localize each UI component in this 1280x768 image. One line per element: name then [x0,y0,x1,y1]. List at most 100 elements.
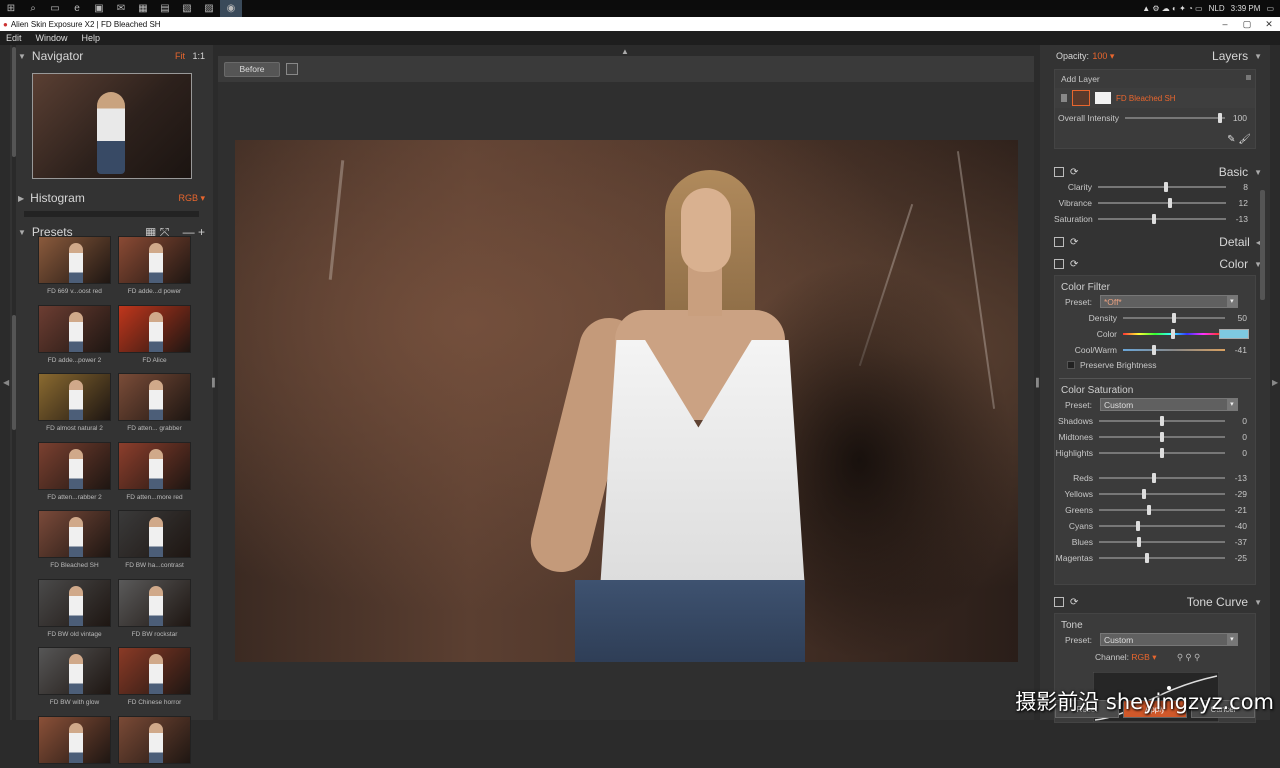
preset-item[interactable]: FD BW ha...contrast [118,510,191,569]
slider-row[interactable]: Clarity8 [1054,179,1256,195]
app-icon-3[interactable]: ▧ [176,0,198,17]
tone-preset-dropdown[interactable]: Custom▾ [1100,633,1238,646]
compare-split-button[interactable] [286,63,298,75]
preset-thumbnail[interactable] [38,236,111,284]
close-button[interactable]: ✕ [1258,17,1280,31]
slider-row[interactable]: Saturation-13 [1054,211,1256,227]
collapse-triangle-icon[interactable]: ▶ [18,194,24,203]
app-icon-4[interactable]: ▨ [198,0,220,17]
slider-track[interactable] [1099,420,1225,422]
preset-item[interactable]: FD BW rockstar [118,579,191,638]
slider-row[interactable]: Magentas-25 [1055,550,1255,566]
windows-start-icon[interactable]: ⊞ [0,0,22,17]
opacity-value[interactable]: 100 ▾ [1092,51,1114,62]
panel-toggle-icon[interactable] [1054,259,1064,269]
preset-item[interactable]: FD adde...power 2 [38,305,111,364]
slider-knob[interactable] [1142,489,1146,499]
slider-row[interactable]: Midtones0 [1055,429,1255,445]
slider-track[interactable] [1099,493,1225,495]
preset-item[interactable]: FD BW with glow [38,647,111,706]
slider-knob[interactable] [1145,553,1149,563]
edge-browser-icon[interactable]: e [66,0,88,17]
slider-track[interactable] [1099,557,1225,559]
color-saturation-preset-dropdown[interactable]: Custom▾ [1100,398,1238,411]
right-panel-scrollbar[interactable] [1260,190,1265,300]
reset-icon[interactable]: ⟳ [1070,259,1078,270]
layer-thumbnail[interactable] [1072,90,1090,106]
preset-item[interactable]: FD BW old vintage [38,579,111,638]
left-panel-scrollbar[interactable] [12,45,16,720]
slider-knob[interactable] [1168,198,1172,208]
layer-menu-icon[interactable] [1246,75,1251,80]
slider-track[interactable] [1125,117,1225,119]
add-preset-icon[interactable]: + [198,225,205,239]
preserve-brightness-checkbox[interactable]: Preserve Brightness [1055,358,1255,372]
preset-thumbnail[interactable] [38,510,111,558]
color-swatch[interactable] [1219,329,1249,339]
preset-thumbnail[interactable] [118,647,191,695]
layer-visibility-icon[interactable] [1061,94,1067,102]
paint-tool-icon[interactable]: 🖌︎ [1238,134,1251,145]
language-indicator[interactable]: NLD [1209,4,1225,13]
slider-knob[interactable] [1172,313,1176,323]
slider-knob[interactable] [1152,345,1156,355]
left-panel-toggle-icon[interactable]: ◀ [3,378,9,387]
slider-track[interactable] [1099,525,1225,527]
channel-dropdown[interactable]: RGB ▾ [1131,652,1156,662]
reset-icon[interactable]: ⟳ [1070,237,1078,248]
app-icon-1[interactable]: ▦ [132,0,154,17]
slider-track[interactable] [1098,186,1226,188]
navigator-header[interactable]: ▼ Navigator Fit 1:1 [10,45,213,67]
collapse-triangle-icon[interactable]: ▼ [18,52,26,61]
preset-thumbnail[interactable] [118,510,191,558]
slider-knob[interactable] [1171,329,1175,339]
slider-track[interactable] [1099,541,1225,543]
preset-item[interactable]: FD Alice [118,305,191,364]
preset-thumbnail[interactable] [118,373,191,421]
minimize-button[interactable]: – [1214,17,1236,31]
preset-thumbnail[interactable] [38,442,111,490]
fit-zoom-option[interactable]: Fit [175,51,185,61]
panel-toggle-icon[interactable] [1054,597,1064,607]
slider-track[interactable] [1099,477,1225,479]
search-icon[interactable]: ⌕ [22,0,44,17]
slider-knob[interactable] [1152,473,1156,483]
detail-header[interactable]: ⟳ Detail ◀ [1040,231,1270,253]
layers-header[interactable]: Opacity: 100 ▾ Layers ▼ [1040,45,1270,67]
slider-row[interactable]: Yellows-29 [1055,486,1255,502]
collapse-triangle-icon[interactable]: ▼ [1254,598,1262,607]
slider-row[interactable]: Vibrance12 [1054,195,1256,211]
preset-thumbnail[interactable] [118,442,191,490]
preset-thumbnail[interactable] [38,305,111,353]
slider-knob[interactable] [1160,432,1164,442]
slider-row[interactable]: Highlights0 [1055,445,1255,461]
mail-icon[interactable]: ✉ [110,0,132,17]
color-filter-preset-dropdown[interactable]: *Off*▾ [1100,295,1238,308]
notification-icon[interactable]: ▭ [1266,4,1274,13]
task-view-icon[interactable]: ▭ [44,0,66,17]
slider-knob[interactable] [1160,416,1164,426]
histogram-header[interactable]: ▶ Histogram RGB ▾ [10,187,213,209]
preset-thumbnail[interactable] [38,373,111,421]
slider-knob[interactable] [1136,521,1140,531]
preset-item[interactable]: FD Bleached SH [38,510,111,569]
preset-thumbnail[interactable] [118,305,191,353]
brush-tool-icon[interactable]: ✎ [1227,134,1235,145]
slider-knob[interactable] [1137,537,1141,547]
collapse-triangle-icon[interactable]: ▼ [1254,52,1262,61]
reset-icon[interactable]: ⟳ [1070,167,1078,178]
slider-track[interactable] [1099,452,1225,454]
add-layer-button[interactable]: Add Layer [1055,70,1255,88]
color-header[interactable]: ⟳ Color ▼ [1040,253,1270,275]
collapse-triangle-icon[interactable]: ▼ [18,228,26,237]
preset-item[interactable]: FD adde...d power [118,236,191,295]
slider-row[interactable]: Reds-13 [1055,470,1255,486]
slider-row[interactable]: Shadows0 [1055,413,1255,429]
slider-knob[interactable] [1152,214,1156,224]
clock[interactable]: 3:39 PM [1231,4,1261,13]
exposure-app-icon[interactable]: ◉ [220,0,242,17]
slider-knob[interactable] [1160,448,1164,458]
preset-thumbnail[interactable] [38,579,111,627]
preset-thumbnail[interactable] [118,579,191,627]
slider-knob[interactable] [1218,113,1222,123]
